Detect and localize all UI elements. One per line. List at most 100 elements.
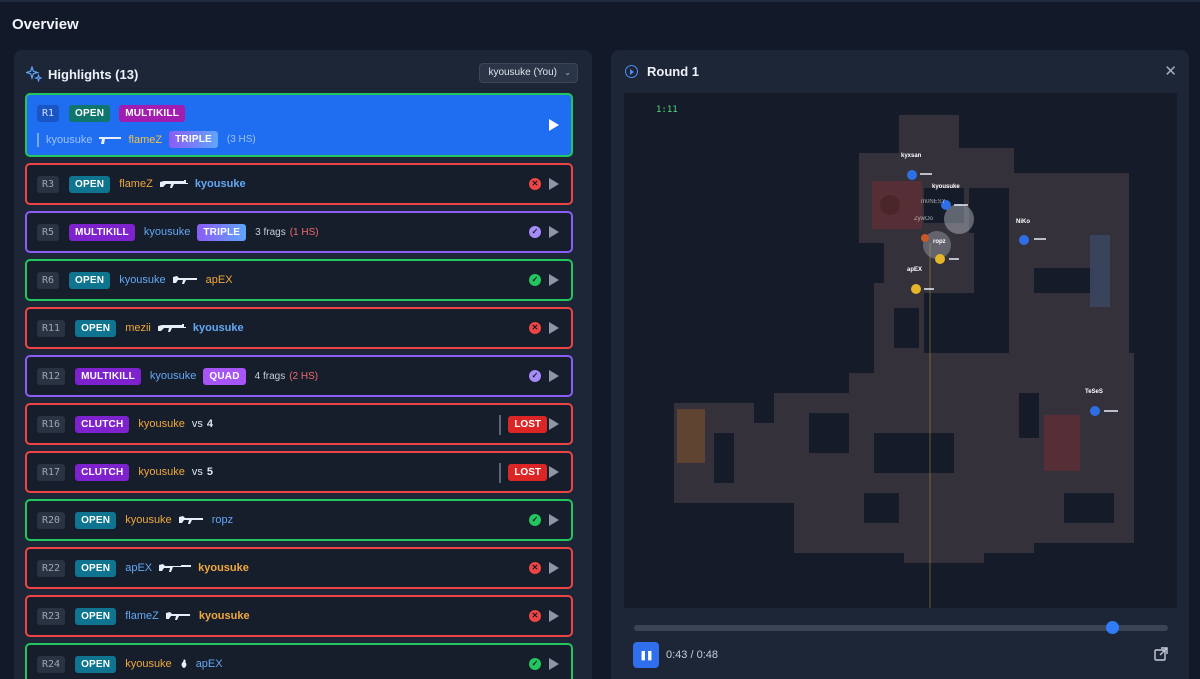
play-icon[interactable]: [549, 178, 559, 190]
play-icon[interactable]: [549, 322, 559, 334]
playback-scrubber[interactable]: [634, 621, 1168, 634]
play-icon[interactable]: [549, 119, 559, 131]
play-icon[interactable]: [549, 418, 559, 430]
win-status-icon: ✓: [529, 514, 541, 526]
triple-badge: TRIPLE: [169, 131, 218, 148]
map-layout: [674, 115, 1134, 608]
rifle-icon: [165, 612, 190, 620]
highlights-list: R1 OPEN MULTIKILL kyousuke flameZ TRIPLE…: [25, 93, 573, 679]
clutch-badge: CLUTCH: [75, 463, 130, 481]
victim-name: ropz: [211, 514, 234, 526]
divider: [499, 415, 501, 435]
victim-name: kyousuke: [198, 610, 250, 622]
round-timer: 1:11: [656, 105, 678, 115]
killer-name: kyousuke: [46, 133, 93, 146]
round-number: R24: [37, 655, 66, 673]
killer-name: kyousuke: [119, 274, 166, 286]
player-label: kyousuke: [932, 184, 960, 190]
victim-name: kyousuke: [194, 178, 246, 190]
victim-name: apEX: [195, 658, 223, 670]
player-label: ZywOo: [914, 216, 934, 222]
highlight-row-r1[interactable]: R1 OPEN MULTIKILL kyousuke flameZ TRIPLE…: [25, 93, 573, 157]
killer-name: kyousuke: [138, 466, 185, 478]
check-status-icon: ✓: [529, 370, 541, 382]
vs-count: 4: [206, 418, 213, 430]
rifle-icon: [157, 324, 186, 332]
headshot-count: (2 HS): [289, 370, 319, 382]
play-icon[interactable]: [549, 466, 559, 478]
play-icon[interactable]: [549, 226, 559, 238]
play-icon[interactable]: [549, 562, 559, 574]
player-filter-select[interactable]: kyousuke (You) ⌄: [479, 63, 578, 83]
vs-count: 5: [206, 466, 213, 478]
multikill-badge: MULTIKILL: [69, 223, 135, 241]
highlight-row-r20[interactable]: R20 OPEN kyousuke ropz ✓: [25, 499, 573, 541]
player-label: kyxsan: [901, 153, 922, 159]
frag-count: 3 frags: [255, 226, 286, 238]
player-label: NiKo: [1016, 219, 1030, 225]
grenade-icon: [181, 659, 187, 668]
highlight-row-r3[interactable]: R3 OPEN flameZ kyousuke ✕: [25, 163, 573, 205]
round-map[interactable]: 1:11 kyxsan kyousuke m0NESY ZywOo ropz a…: [624, 93, 1177, 608]
rifle-icon: [159, 564, 192, 572]
player-label: apEX: [907, 267, 923, 273]
killer-name: flameZ: [125, 610, 159, 622]
killer-name: kyousuke: [138, 418, 185, 430]
playback-time: 0:43 / 0:48: [666, 649, 718, 661]
round-number: R16: [37, 415, 66, 433]
quad-badge: QUAD: [203, 367, 246, 385]
multikill-badge: MULTIKILL: [119, 105, 186, 122]
accent-bar: [37, 132, 39, 147]
play-icon[interactable]: [549, 610, 559, 622]
external-link-icon[interactable]: [1153, 646, 1169, 662]
highlight-row-r23[interactable]: R23 OPEN flameZ kyousuke ✕: [25, 595, 573, 637]
rifle-icon: [172, 276, 197, 284]
highlight-row-r12[interactable]: R12 MULTIKILL kyousuke QUAD 4 frags (2 H…: [25, 355, 573, 397]
victim-name: kyousuke: [192, 322, 244, 334]
highlight-row-r16[interactable]: R16 CLUTCH kyousuke vs 4 LOST: [25, 403, 573, 445]
play-icon[interactable]: [549, 370, 559, 382]
open-badge: OPEN: [75, 655, 117, 673]
play-icon[interactable]: [549, 274, 559, 286]
open-badge: OPEN: [75, 607, 117, 625]
play-icon[interactable]: [549, 658, 559, 670]
loss-status-icon: ✕: [529, 178, 541, 190]
round-number: R22: [37, 559, 66, 577]
killer-name: kyousuke: [149, 370, 197, 382]
killer-name: mezii: [125, 322, 151, 334]
frag-count: 4 frags: [254, 370, 286, 382]
open-badge: OPEN: [69, 105, 111, 122]
scrubber-fill: [634, 625, 1113, 631]
highlight-row-r24[interactable]: R24 OPEN kyousuke apEX ✓: [25, 643, 573, 679]
round-title: Round 1: [647, 64, 699, 79]
highlight-row-r22[interactable]: R22 OPEN apEX kyousuke ✕: [25, 547, 573, 589]
victim-name: kyousuke: [198, 562, 249, 574]
highlight-row-r5[interactable]: R5 MULTIKILL kyousuke TRIPLE 3 frags (1 …: [25, 211, 573, 253]
highlight-row-r17[interactable]: R17 CLUTCH kyousuke vs 5 LOST: [25, 451, 573, 493]
rifle-icon: [159, 180, 188, 188]
player-filter-value: kyousuke (You): [488, 67, 557, 78]
player-label: TeSeS: [1085, 389, 1103, 395]
round-number: R12: [37, 367, 66, 385]
scrubber-handle[interactable]: [1106, 621, 1120, 634]
round-number: R20: [37, 511, 66, 529]
round-number: R1: [37, 105, 60, 122]
top-border: [0, 0, 1200, 2]
loss-status-icon: ✕: [529, 562, 541, 574]
killer-name: kyousuke: [143, 226, 191, 238]
highlights-header: Highlights (13): [26, 64, 138, 84]
close-icon[interactable]: ✕: [1164, 62, 1177, 80]
round-header: Round 1: [625, 64, 699, 79]
highlight-row-r6[interactable]: R6 OPEN kyousuke apEX ✓: [25, 259, 573, 301]
pistol-icon: [99, 136, 122, 144]
play-circle-icon: [625, 65, 638, 78]
play-icon[interactable]: [549, 514, 559, 526]
divider: [499, 463, 501, 483]
highlight-row-r11[interactable]: R11 OPEN mezii kyousuke ✕: [25, 307, 573, 349]
pause-button[interactable]: ❚❚: [633, 642, 659, 668]
multikill-badge: MULTIKILL: [75, 367, 141, 385]
victim-name: apEX: [205, 274, 233, 286]
player-label: m0NESY: [921, 199, 946, 205]
lost-badge: LOST: [508, 416, 547, 433]
win-status-icon: ✓: [529, 274, 541, 286]
